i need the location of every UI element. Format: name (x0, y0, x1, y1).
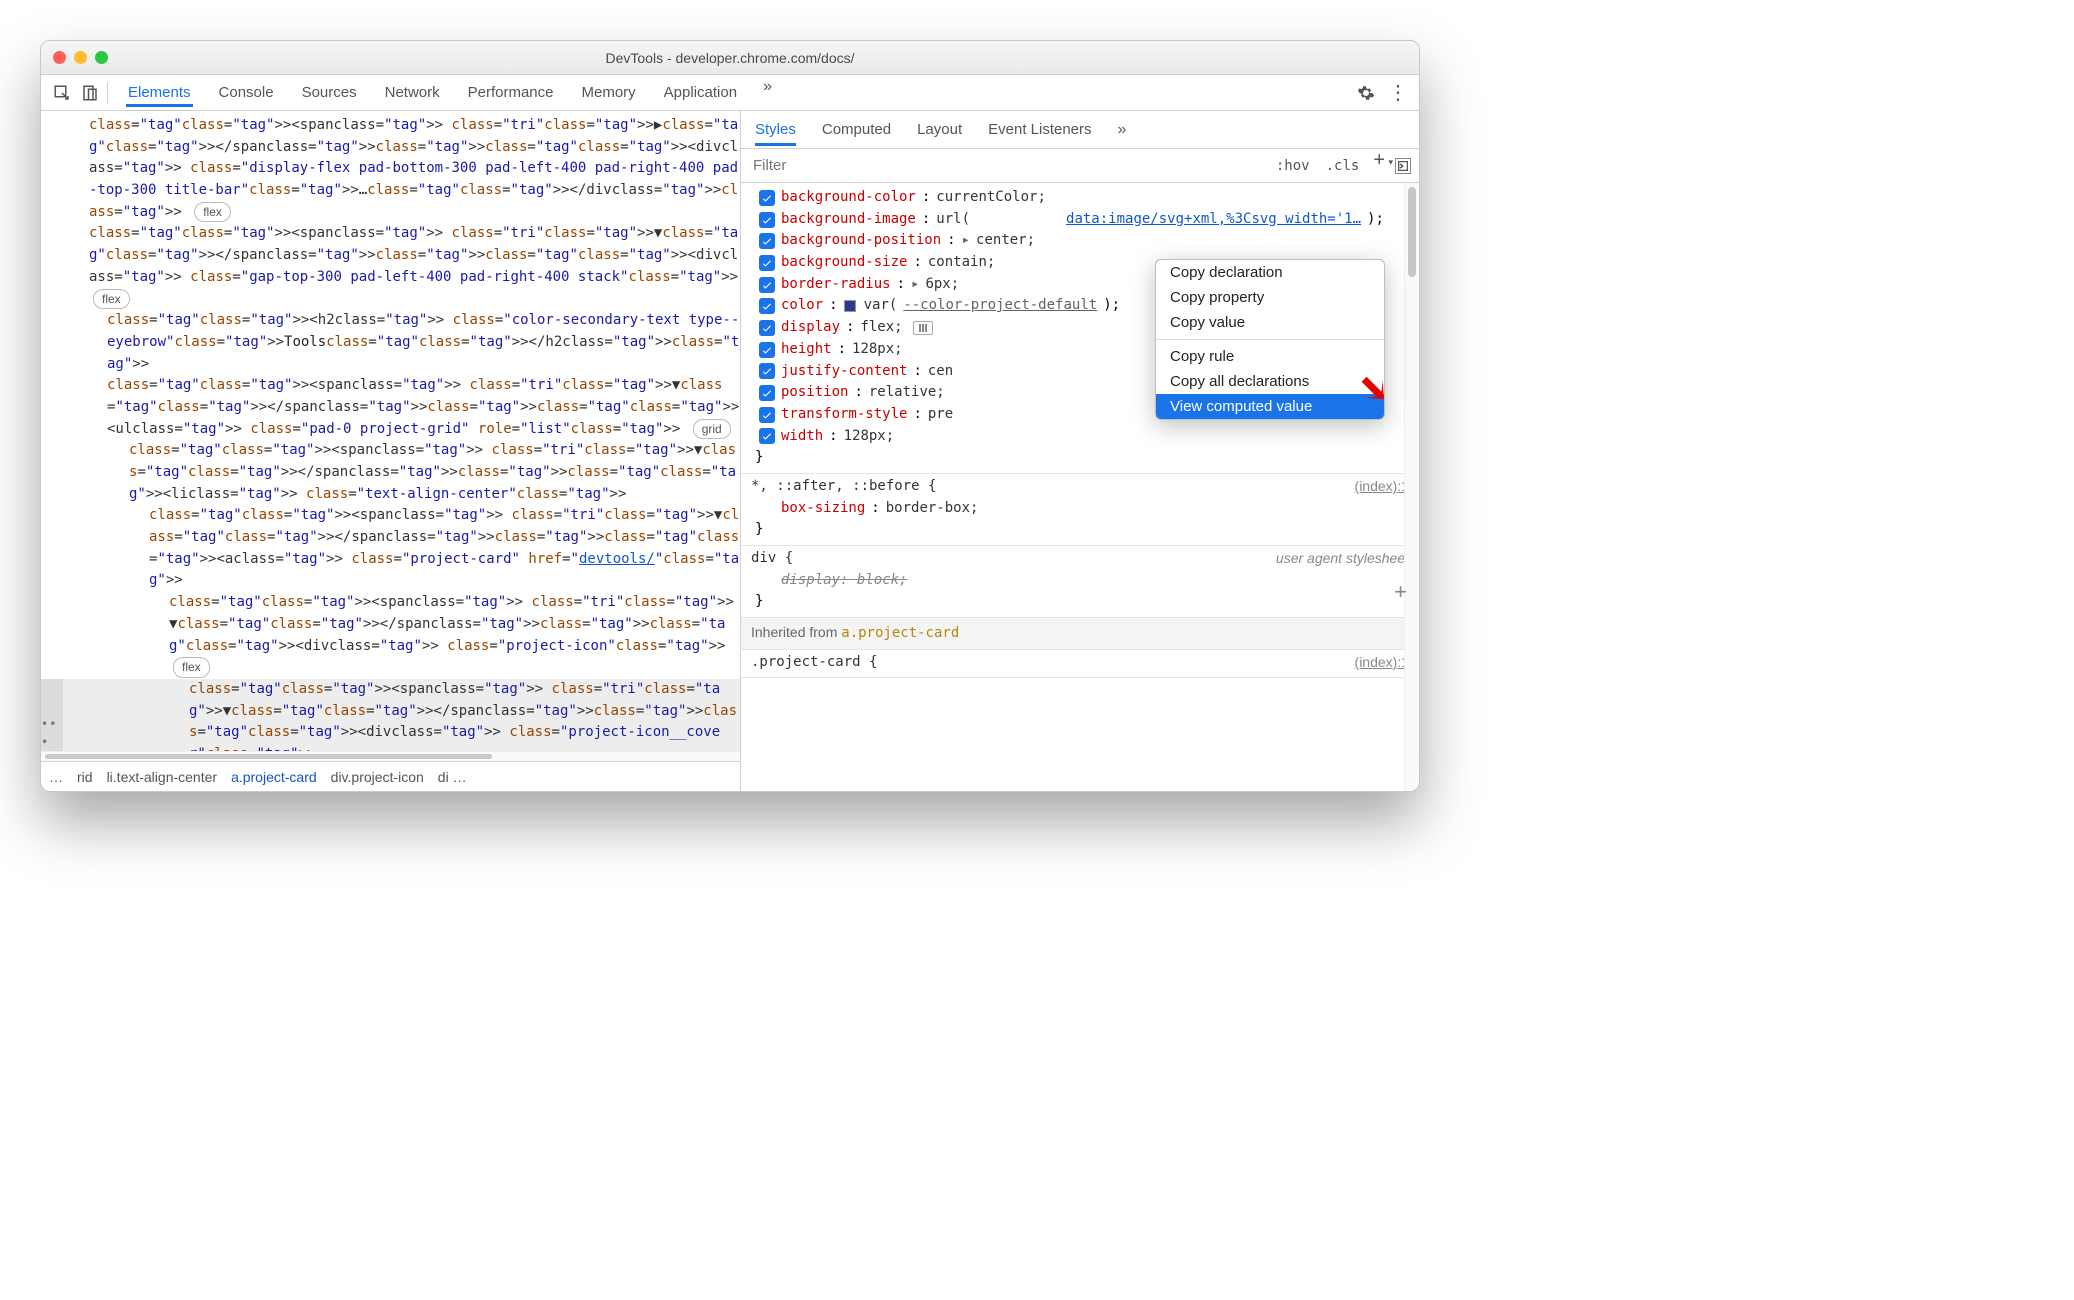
tree-line[interactable]: •••class="tag"class="tag">><spanclass="t… (47, 679, 740, 751)
css-property[interactable]: background-position: ▸ center; (751, 230, 1409, 252)
cls-toggle[interactable]: .cls (1318, 158, 1368, 174)
window-title: DevTools - developer.chrome.com/docs/ (41, 50, 1419, 66)
inspect-icon[interactable] (53, 84, 71, 102)
elements-panel: class="tag"class="tag">><spanclass="tag"… (41, 111, 741, 791)
checkbox-icon[interactable] (759, 190, 775, 206)
minimize-window-button[interactable] (74, 51, 87, 64)
breadcrumb-item[interactable]: li.text-align-center (107, 769, 218, 785)
tab-layout[interactable]: Layout (917, 121, 962, 138)
styles-tabs-overflow[interactable]: » (1118, 121, 1127, 139)
panel-tabs: Elements Console Sources Network Perform… (126, 78, 772, 107)
tree-line[interactable]: class="tag"class="tag">><h2class="tag">>… (47, 310, 740, 375)
checkbox-icon[interactable] (759, 255, 775, 271)
tab-network[interactable]: Network (383, 78, 442, 107)
tab-memory[interactable]: Memory (580, 78, 638, 107)
breadcrumb[interactable]: … rid li.text-align-center a.project-card di… (41, 761, 740, 791)
traffic-lights (53, 51, 108, 64)
tab-event-listeners[interactable]: Event Listeners (988, 121, 1091, 138)
menu-copy-rule[interactable]: Copy rule (1156, 344, 1384, 369)
css-property[interactable]: width: 128px; (751, 426, 1409, 448)
toggle-sidebar-icon[interactable] (1395, 158, 1411, 174)
checkbox-icon[interactable] (759, 277, 775, 293)
devtools-window: DevTools - developer.chrome.com/docs/ El… (40, 40, 1420, 792)
filter-bar: :hov .cls +▾ (741, 149, 1419, 183)
css-property[interactable]: display: block; (751, 570, 1409, 592)
color-swatch-icon[interactable] (844, 300, 856, 312)
checkbox-icon[interactable] (759, 428, 775, 444)
filter-input[interactable] (749, 155, 1268, 176)
menu-copy-declaration[interactable]: Copy declaration (1156, 260, 1384, 285)
tree-line[interactable]: class="tag"class="tag">><spanclass="tag"… (47, 440, 740, 505)
tree-line[interactable]: class="tag"class="tag">><spanclass="tag"… (47, 115, 740, 223)
css-rule-block[interactable]: div {user agent stylesheetdisplay: block… (741, 546, 1419, 618)
tabs-overflow[interactable]: » (763, 78, 772, 107)
tab-performance[interactable]: Performance (466, 78, 556, 107)
tab-application[interactable]: Application (662, 78, 739, 107)
gear-icon[interactable] (1357, 84, 1375, 102)
tree-line[interactable]: class="tag"class="tag">><spanclass="tag"… (47, 375, 740, 440)
checkbox-icon[interactable] (759, 212, 775, 228)
checkbox-icon[interactable] (759, 298, 775, 314)
row-actions-icon[interactable]: ••• (41, 679, 63, 751)
css-property[interactable]: box-sizing: border-box; (751, 498, 1409, 520)
tab-computed[interactable]: Computed (822, 121, 891, 138)
tree-line[interactable]: class="tag"class="tag">><spanclass="tag"… (47, 223, 740, 310)
add-declaration-plus-icon[interactable]: + (1394, 579, 1407, 605)
tab-elements[interactable]: Elements (126, 78, 193, 107)
checkbox-icon[interactable] (759, 363, 775, 379)
main-toolbar: Elements Console Sources Network Perform… (41, 75, 1419, 111)
separator (107, 82, 108, 104)
kebab-icon[interactable]: ⋮ (1389, 84, 1407, 102)
menu-copy-value[interactable]: Copy value (1156, 310, 1384, 335)
css-property[interactable]: background-color: currentColor; (751, 187, 1409, 209)
tab-styles[interactable]: Styles (755, 113, 796, 146)
breadcrumb-item[interactable]: di … (438, 769, 467, 785)
tab-sources[interactable]: Sources (300, 78, 359, 107)
new-rule-button[interactable]: +▾ (1367, 149, 1391, 172)
checkbox-icon[interactable] (759, 407, 775, 423)
breadcrumb-item[interactable]: a.project-card (231, 769, 317, 785)
v-scrollbar[interactable] (1404, 183, 1419, 791)
menu-copy-property[interactable]: Copy property (1156, 285, 1384, 310)
checkbox-icon[interactable] (759, 233, 775, 249)
titlebar: DevTools - developer.chrome.com/docs/ (41, 41, 1419, 75)
styles-panel: Styles Computed Layout Event Listeners »… (741, 111, 1419, 791)
tab-console[interactable]: Console (217, 78, 276, 107)
device-toggle-icon[interactable] (81, 84, 99, 102)
inherited-from-bar: Inherited from a.project-card (741, 618, 1419, 650)
dom-tree[interactable]: class="tag"class="tag">><spanclass="tag"… (41, 111, 740, 751)
css-rule-block[interactable]: *, ::after, ::before {(index):1box-sizin… (741, 474, 1419, 546)
css-property[interactable]: background-image: url(data:image/svg+xml… (751, 209, 1409, 231)
close-window-button[interactable] (53, 51, 66, 64)
checkbox-icon[interactable] (759, 320, 775, 336)
maximize-window-button[interactable] (95, 51, 108, 64)
flex-badge-icon[interactable] (913, 321, 933, 335)
tree-line[interactable]: class="tag"class="tag">><spanclass="tag"… (47, 505, 740, 592)
hov-toggle[interactable]: :hov (1268, 158, 1318, 174)
checkbox-icon[interactable] (759, 385, 775, 401)
styles-tabs: Styles Computed Layout Event Listeners » (741, 111, 1419, 149)
breadcrumb-item[interactable]: … (49, 769, 63, 785)
tree-line[interactable]: class="tag"class="tag">><spanclass="tag"… (47, 592, 740, 679)
breadcrumb-item[interactable]: rid (77, 769, 93, 785)
menu-separator (1156, 339, 1384, 340)
breadcrumb-item[interactable]: div.project-icon (331, 769, 424, 785)
h-scrollbar[interactable] (41, 751, 740, 761)
checkbox-icon[interactable] (759, 342, 775, 358)
